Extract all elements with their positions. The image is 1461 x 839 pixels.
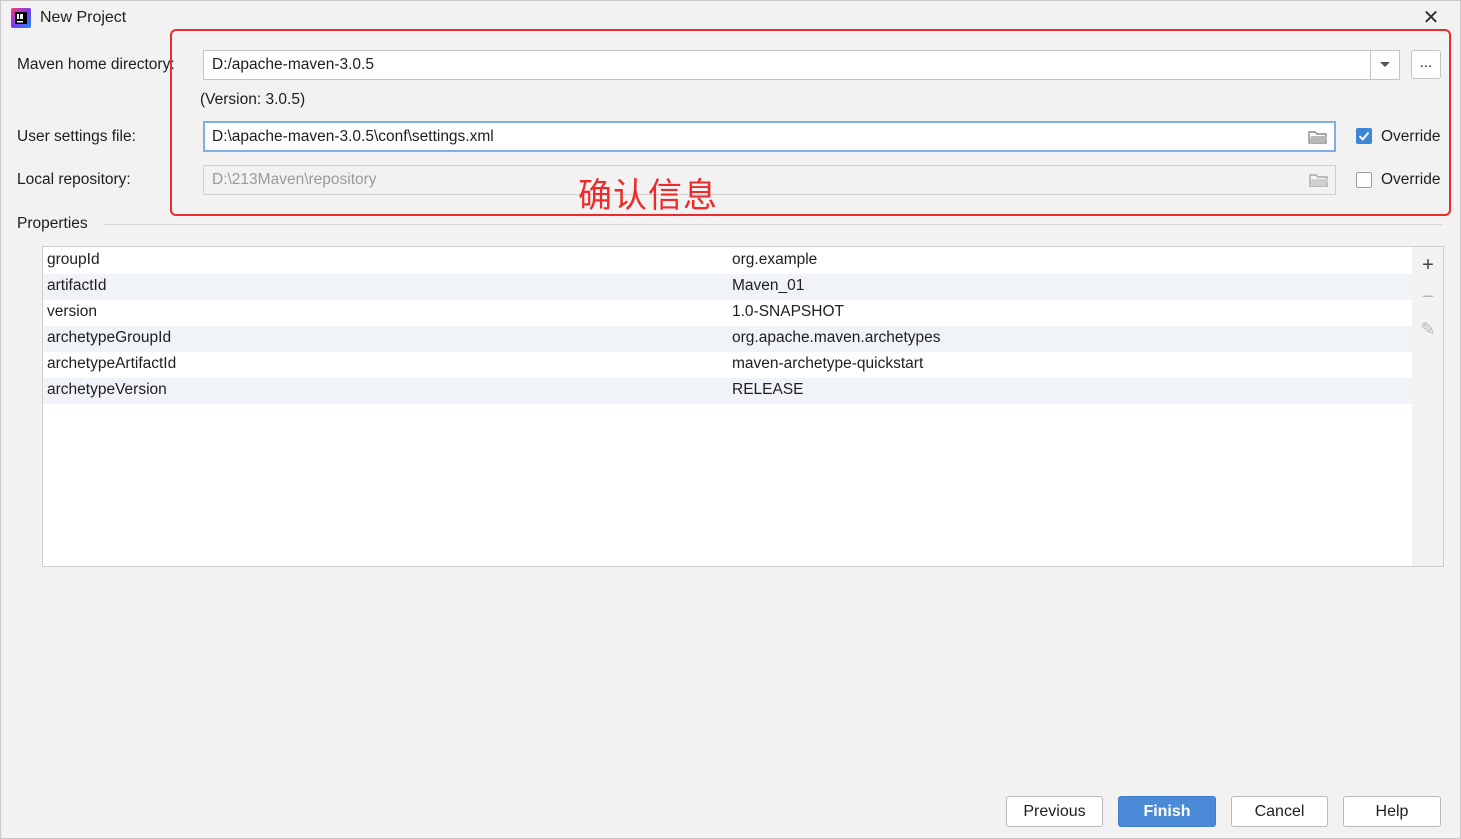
table-row[interactable]: archetypeVersion RELEASE (43, 378, 1412, 404)
table-row[interactable]: groupId org.example (43, 248, 1412, 274)
property-key: artifactId (47, 277, 107, 294)
property-value: maven-archetype-quickstart (732, 355, 924, 372)
table-toolbar: + − ✎ (1412, 246, 1444, 567)
help-button[interactable]: Help (1343, 796, 1441, 827)
edit-icon[interactable]: ✎ (1418, 319, 1438, 339)
window-title: New Project (40, 9, 127, 26)
cancel-button[interactable]: Cancel (1231, 796, 1328, 827)
section-divider (103, 224, 1442, 225)
close-icon[interactable]: ✕ (1421, 6, 1441, 30)
table-row[interactable]: archetypeGroupId org.apache.maven.archet… (43, 326, 1412, 352)
property-value: RELEASE (732, 381, 804, 398)
table-row[interactable]: archetypeArtifactId maven-archetype-quic… (43, 352, 1412, 378)
remove-icon[interactable]: − (1418, 287, 1438, 307)
finish-button[interactable]: Finish (1118, 796, 1216, 827)
property-value: 1.0-SNAPSHOT (732, 303, 844, 320)
user-settings-label: User settings file: (17, 128, 136, 145)
highlight-box (170, 29, 1451, 216)
property-key: archetypeVersion (47, 381, 167, 398)
previous-button[interactable]: Previous (1006, 796, 1103, 827)
property-value: org.example (732, 251, 818, 268)
table-row[interactable]: artifactId Maven_01 (43, 274, 1412, 300)
property-key: version (47, 303, 97, 320)
property-key: archetypeGroupId (47, 329, 172, 346)
property-value: Maven_01 (732, 277, 805, 294)
maven-home-label: Maven home directory: (17, 56, 175, 73)
annotation-text: 确认信息 (578, 176, 718, 216)
property-value: org.apache.maven.archetypes (732, 329, 941, 346)
properties-section-title: Properties (17, 215, 88, 232)
properties-table[interactable]: groupId org.example artifactId Maven_01 … (42, 246, 1413, 567)
property-key: archetypeArtifactId (47, 355, 177, 372)
add-icon[interactable]: + (1418, 255, 1438, 275)
local-repo-label: Local repository: (17, 171, 131, 188)
property-key: groupId (47, 251, 100, 268)
table-row[interactable]: version 1.0-SNAPSHOT (43, 300, 1412, 326)
intellij-app-icon (11, 8, 31, 28)
